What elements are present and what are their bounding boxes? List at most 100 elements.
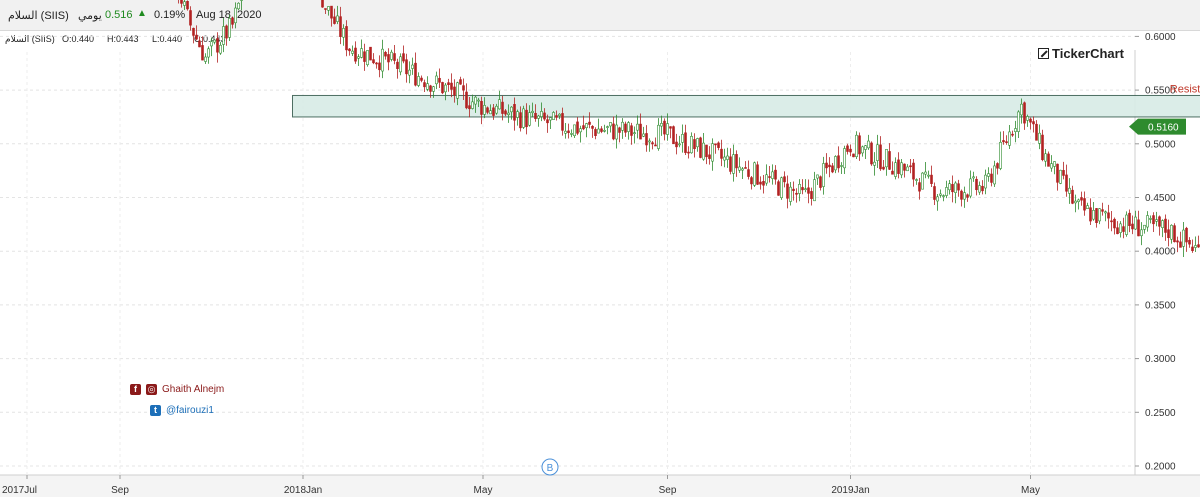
candle-body bbox=[738, 166, 741, 171]
candle-body bbox=[492, 107, 495, 116]
candle-body bbox=[1164, 218, 1167, 233]
author-name: Ghaith Alnejm bbox=[162, 384, 225, 395]
candle-body bbox=[588, 121, 591, 125]
candle-body bbox=[240, 0, 243, 1]
b-marker-icon[interactable]: B bbox=[541, 458, 559, 476]
candle-body bbox=[720, 148, 723, 159]
candle-body bbox=[864, 145, 867, 150]
candle-body bbox=[543, 112, 546, 120]
candle-body bbox=[648, 140, 651, 143]
candle-body bbox=[894, 162, 897, 177]
candle-body bbox=[1107, 212, 1110, 219]
candle-body bbox=[438, 77, 441, 83]
candle-body bbox=[180, 0, 183, 4]
candle-body bbox=[573, 124, 576, 136]
candle-body bbox=[954, 182, 957, 193]
candle-body bbox=[903, 163, 906, 171]
candle-body bbox=[1065, 174, 1068, 192]
candle-body bbox=[912, 162, 915, 180]
facebook-icon[interactable]: f bbox=[130, 384, 141, 395]
candle-body bbox=[780, 177, 783, 199]
candle-body bbox=[825, 162, 828, 169]
candle-body bbox=[1077, 199, 1080, 202]
candle-body bbox=[381, 48, 384, 72]
candle-body bbox=[993, 165, 996, 185]
candle-body bbox=[1104, 211, 1107, 214]
x-tick-label: Sep bbox=[659, 485, 677, 496]
candle-body bbox=[420, 77, 423, 81]
candle-body bbox=[609, 122, 612, 127]
twitter-icon[interactable]: t bbox=[150, 405, 161, 416]
candle-body bbox=[990, 173, 993, 183]
y-tick-label: 0.2500 bbox=[1145, 408, 1176, 419]
candle-body bbox=[498, 99, 501, 110]
candle-body bbox=[414, 62, 417, 86]
candle-body bbox=[675, 141, 678, 148]
candle-body bbox=[522, 108, 525, 128]
candle-body bbox=[1080, 197, 1083, 201]
instagram-icon[interactable]: ◎ bbox=[146, 384, 157, 395]
candle-body bbox=[636, 123, 639, 131]
candle-body bbox=[447, 82, 450, 86]
candle-body bbox=[1002, 140, 1005, 143]
candle-body bbox=[849, 148, 852, 153]
candle-body bbox=[1128, 212, 1131, 227]
candle-body bbox=[357, 56, 360, 59]
candle-body bbox=[435, 75, 438, 85]
candle-body bbox=[897, 159, 900, 174]
candle-body bbox=[966, 194, 969, 198]
price-chart[interactable]: 0.95000.90000.85000.80000.75000.70000.65… bbox=[0, 0, 1200, 497]
candle-body bbox=[1017, 111, 1020, 132]
candle-body bbox=[810, 191, 813, 199]
x-tick-label: 2017Jul bbox=[2, 485, 37, 496]
candle-body bbox=[1047, 153, 1050, 167]
candle-body bbox=[201, 45, 204, 61]
candle-body bbox=[873, 161, 876, 166]
candle-body bbox=[1182, 229, 1185, 247]
candle-body bbox=[393, 53, 396, 61]
candle-body bbox=[582, 125, 585, 130]
candle-body bbox=[429, 85, 432, 92]
author-row: f ◎ Ghaith Alnejm bbox=[130, 384, 224, 395]
candle-body bbox=[525, 109, 528, 128]
candle-body bbox=[207, 48, 210, 58]
candle-body bbox=[1137, 219, 1140, 237]
candle-body bbox=[642, 133, 645, 137]
candle-body bbox=[819, 176, 822, 188]
candle-body bbox=[465, 91, 468, 109]
y-tick-label: 0.2000 bbox=[1145, 462, 1176, 473]
candle-body bbox=[453, 86, 456, 96]
candle-body bbox=[399, 56, 402, 73]
candle-body bbox=[360, 48, 363, 58]
candle-body bbox=[1062, 170, 1065, 176]
candle-body bbox=[1161, 220, 1164, 228]
candle-body bbox=[411, 64, 414, 69]
candle-body bbox=[1026, 116, 1029, 121]
candle-body bbox=[1071, 189, 1074, 204]
candle-body bbox=[1089, 207, 1092, 222]
candle-body bbox=[495, 105, 498, 114]
candle-body bbox=[477, 99, 480, 102]
logo-icon bbox=[1038, 48, 1049, 59]
candle-body bbox=[1008, 131, 1011, 146]
candle-body bbox=[1014, 128, 1017, 132]
brand-name: TickerChart bbox=[1052, 46, 1125, 61]
candle-body bbox=[237, 2, 240, 10]
candle-body bbox=[597, 128, 600, 134]
candle-body bbox=[921, 172, 924, 190]
candle-body bbox=[1158, 216, 1161, 227]
candles-group bbox=[178, 0, 1200, 257]
candle-body bbox=[513, 104, 516, 121]
candle-body bbox=[798, 183, 801, 194]
candle-body bbox=[882, 166, 885, 170]
candle-body bbox=[231, 17, 234, 25]
candle-body bbox=[183, 1, 186, 6]
candle-body bbox=[354, 47, 357, 62]
candle-body bbox=[603, 130, 606, 132]
resistance-zone bbox=[292, 94, 1200, 118]
candle-body bbox=[222, 26, 225, 45]
candle-body bbox=[714, 143, 717, 146]
y-tick-label: 0.6000 bbox=[1145, 32, 1176, 43]
candle-body bbox=[846, 145, 849, 152]
candle-body bbox=[486, 107, 489, 113]
